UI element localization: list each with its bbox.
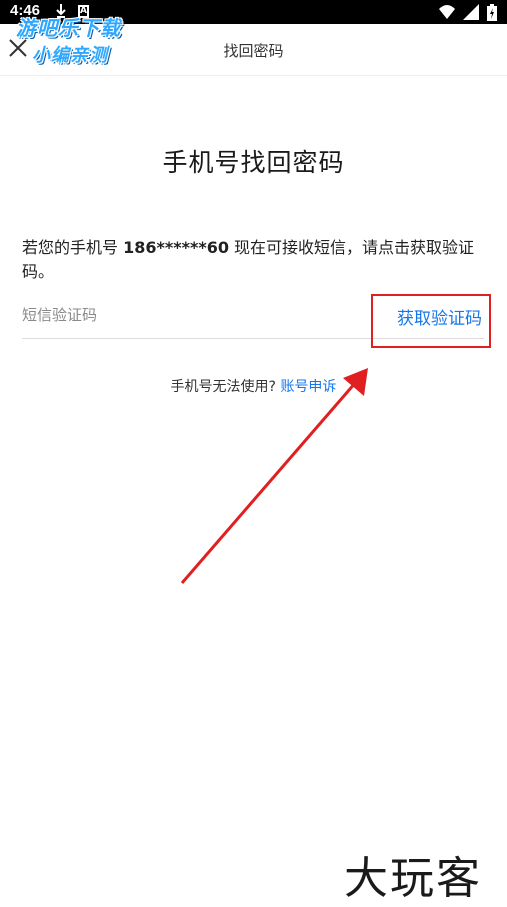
annotation-highlight-box bbox=[371, 294, 491, 348]
annotation-arrow bbox=[180, 368, 368, 584]
watermark-line2: 小编亲测 bbox=[32, 45, 108, 66]
wifi-icon bbox=[439, 5, 455, 19]
watermark-line1: 游吧乐下载 bbox=[16, 16, 121, 40]
page: 4:46 A 找回密码 游吧乐下载 小编亲测 手机号找回密码 若您的手机号 18… bbox=[0, 0, 507, 907]
status-icons bbox=[439, 3, 497, 21]
signal-icon bbox=[463, 4, 479, 20]
corner-watermark-logo: 大玩客 bbox=[344, 842, 504, 904]
masked-phone: 186******60 bbox=[123, 238, 229, 257]
sms-code-input[interactable] bbox=[22, 302, 342, 328]
watermark-logo: 游吧乐下载 小编亲测 bbox=[14, 8, 154, 66]
battery-icon bbox=[487, 3, 497, 21]
help-line: 手机号无法使用? 账号申诉 bbox=[0, 376, 507, 396]
main-title: 手机号找回密码 bbox=[162, 148, 345, 177]
info-prefix: 若您的手机号 bbox=[22, 238, 124, 257]
info-text: 若您的手机号 186******60 现在可接收短信，请点击获取验证码。 bbox=[22, 236, 484, 284]
help-text: 手机号无法使用? bbox=[170, 379, 281, 395]
corner-logo-text: 大玩客 bbox=[344, 853, 482, 904]
account-appeal-link[interactable]: 账号申诉 bbox=[280, 379, 336, 395]
